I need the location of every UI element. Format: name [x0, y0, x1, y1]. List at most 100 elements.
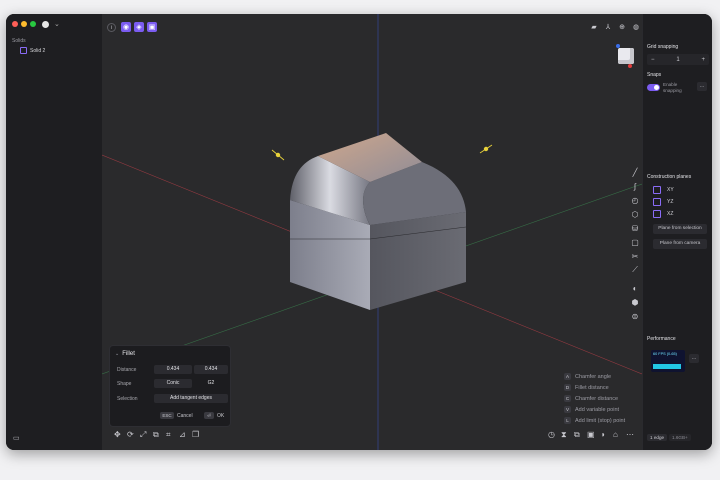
enable-snapping-label: Enable snapping: [663, 82, 682, 93]
enable-snapping-toggle[interactable]: [647, 84, 660, 91]
shape-g2-button[interactable]: G2: [194, 379, 228, 388]
cancel-button[interactable]: ESC Cancel: [160, 412, 193, 419]
layers-icon[interactable]: ⧉: [574, 430, 580, 440]
fps-label: 60 FPS (0-65): [653, 352, 677, 356]
hint-key: L: [564, 417, 571, 424]
cut-tool-icon[interactable]: ✂: [629, 250, 641, 262]
performance-title: Performance: [647, 336, 676, 342]
fillet-panel: ⌄ Fillet Distance 0.434 0.434 Shape Coni…: [109, 345, 231, 427]
curve-tool-icon[interactable]: ∫: [629, 180, 641, 192]
distance-input-2[interactable]: 0.434: [194, 365, 228, 374]
plane-yz[interactable]: YZ: [653, 198, 673, 206]
selection-status: 1 edge: [647, 434, 668, 441]
copy-icon[interactable]: ❐: [192, 430, 199, 439]
chevron-down-icon[interactable]: ⌄: [54, 20, 60, 28]
hint-chamfer-angle: A Chamfer angle: [564, 373, 611, 380]
app-logo-icon[interactable]: [42, 20, 49, 28]
left-sidebar: ⌄ Solids Solid 2 ▭: [6, 14, 103, 450]
plane-label: XY: [667, 187, 674, 193]
memory-status: 1.6GB+: [669, 434, 691, 441]
cylinder-solid-icon[interactable]: ⊜: [629, 310, 641, 322]
decrement-button[interactable]: −: [651, 57, 655, 63]
move-icon[interactable]: ✥: [114, 430, 121, 439]
close-button[interactable]: [12, 21, 18, 27]
box-tool-icon[interactable]: ⬢: [629, 296, 641, 308]
trim-tool-icon[interactable]: ⟋: [629, 264, 641, 276]
info-icon[interactable]: i: [107, 23, 116, 32]
solid-mode-button[interactable]: ◉: [121, 22, 131, 32]
fillet-title: Fillet: [122, 351, 135, 357]
vertex-icon: ◉: [122, 24, 130, 31]
snaps-more-button[interactable]: …: [697, 82, 707, 91]
grid-value[interactable]: 1: [676, 57, 679, 63]
frame-icon[interactable]: ▣: [587, 430, 595, 439]
hourglass-icon[interactable]: ⧗: [561, 430, 567, 440]
grid-snapping-title: Grid snapping: [647, 44, 679, 50]
cylinder-tool-icon[interactable]: ⛁: [629, 222, 641, 234]
add-tangent-edges-button[interactable]: Add tangent edges: [154, 394, 228, 403]
app-window: ⌄ Solids Solid 2 ▭ i ◉ ◈ ▣ ▰ ⅄ ⊕ ◍ ╱ ∫ ◴…: [6, 14, 712, 450]
hint-chamfer-distance: C Chamfer distance: [564, 395, 618, 402]
cube-right-face[interactable]: [370, 212, 466, 310]
render-mode-icon[interactable]: ▰: [589, 22, 599, 32]
polygon-tool-icon[interactable]: ⬡: [629, 208, 641, 220]
esc-key: ESC: [160, 412, 174, 419]
shape-label: Shape: [117, 381, 132, 387]
zoom-button[interactable]: [30, 21, 36, 27]
snaps-title: Snaps: [647, 72, 662, 78]
mirror-icon[interactable]: ⌗: [166, 430, 171, 440]
increment-button[interactable]: +: [701, 57, 705, 63]
fillet-panel-header[interactable]: ⌄ Fillet: [115, 351, 135, 357]
line-tool-icon[interactable]: ╱: [629, 166, 641, 178]
plane-xz[interactable]: XZ: [653, 210, 673, 218]
shape-conic-button[interactable]: Conic: [154, 379, 192, 388]
square-icon: ▣: [148, 24, 156, 31]
axes-icon[interactable]: ⅄: [603, 22, 613, 32]
time-icon[interactable]: ◷: [548, 430, 555, 439]
rotate-icon[interactable]: ⟳: [127, 430, 134, 439]
hint-key: C: [564, 395, 571, 402]
circle-tool-icon[interactable]: ◴: [629, 194, 641, 206]
scale-icon[interactable]: ⤢: [140, 430, 146, 440]
3d-viewport[interactable]: i ◉ ◈ ▣ ▰ ⅄ ⊕ ◍ ╱ ∫ ◴ ⬡ ⛁ ▢ ✂ ⟋ ◐ ⬢ ⊜ ⌄ …: [102, 14, 642, 450]
plane-from-selection-button[interactable]: Plane from selection: [653, 224, 707, 234]
lock-icon[interactable]: ⌂: [613, 430, 618, 439]
hint-label: Chamfer angle: [575, 373, 612, 380]
view-cube[interactable]: [618, 48, 634, 64]
face-mode-button[interactable]: ◈: [134, 22, 144, 32]
visibility-icon[interactable]: ◑: [600, 430, 605, 439]
right-sidebar: Grid snapping − 1 + Snaps Enable snappin…: [642, 14, 712, 450]
ok-button[interactable]: ⏎ OK: [204, 412, 224, 419]
plane-from-camera-button[interactable]: Plane from camera: [653, 239, 707, 249]
hint-label: Fillet distance: [575, 384, 609, 391]
tool-palette: ╱ ∫ ◴ ⬡ ⛁ ▢ ✂ ⟋ ◐ ⬢ ⊜: [629, 166, 641, 326]
fillet-handle-right[interactable]: [483, 146, 489, 152]
fillet-handle-left[interactable]: [275, 152, 281, 158]
rectangle-tool-icon[interactable]: ▢: [629, 236, 641, 248]
edge-mode-button[interactable]: ▣: [147, 22, 157, 32]
minimize-button[interactable]: [21, 21, 27, 27]
solid-icon: [20, 47, 27, 54]
distance-input-1[interactable]: 0.434: [154, 365, 192, 374]
plane-xy[interactable]: XY: [653, 186, 674, 194]
duplicate-icon[interactable]: ⧉: [153, 430, 159, 440]
chevron-down-icon: ⌄: [115, 351, 120, 357]
plane-icon: [653, 186, 661, 194]
folder-icon[interactable]: ▭: [13, 434, 20, 442]
align-icon[interactable]: ⊿: [179, 430, 186, 439]
crosshair-icon[interactable]: ⊕: [617, 22, 627, 32]
hint-add-variable-point: V Add variable point: [564, 406, 619, 413]
more-icon[interactable]: ⋯: [626, 430, 634, 439]
sphere-tool-icon[interactable]: ◐: [629, 282, 641, 294]
hint-key: V: [564, 406, 571, 413]
distance-label: Distance: [117, 367, 137, 373]
y-axis-gizmo[interactable]: [616, 44, 620, 48]
performance-more-button[interactable]: …: [689, 354, 699, 363]
solid-list-item[interactable]: Solid 2: [20, 47, 45, 54]
x-axis-gizmo[interactable]: [628, 64, 632, 68]
fps-meter: 60 FPS (0-65): [651, 350, 685, 372]
globe-icon[interactable]: ◍: [631, 22, 641, 32]
hint-fillet-distance: D Fillet distance: [564, 384, 609, 391]
grid-stepper: − 1 +: [647, 54, 709, 65]
hint-label: Chamfer distance: [575, 395, 619, 402]
